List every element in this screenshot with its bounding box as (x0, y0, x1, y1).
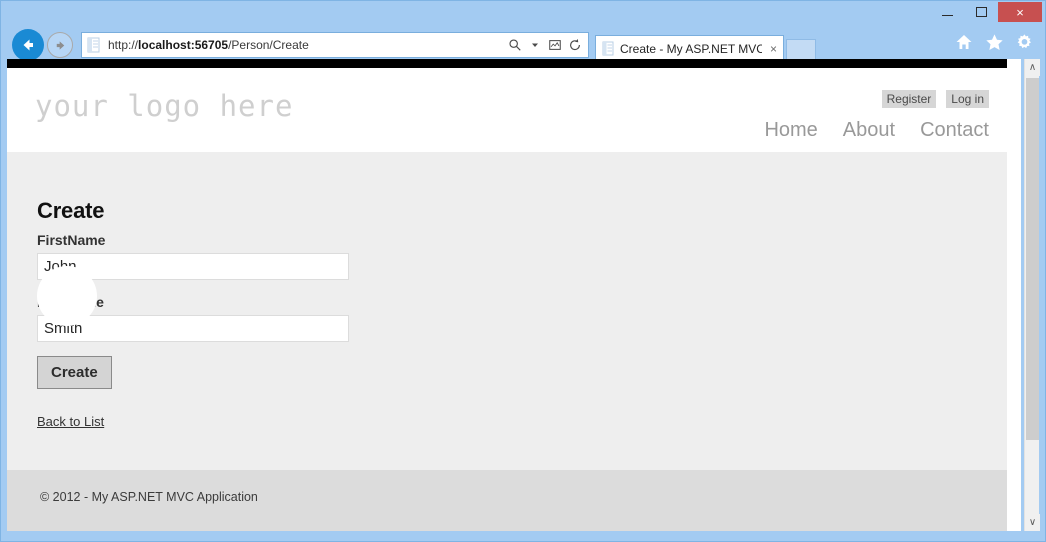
tab-close-icon[interactable]: × (770, 42, 777, 56)
compatibility-view-icon[interactable] (546, 36, 563, 54)
back-to-list-link[interactable]: Back to List (37, 414, 104, 429)
page-favicon-icon (85, 36, 103, 54)
forward-button[interactable] (47, 32, 73, 58)
window-controls: × (930, 2, 1042, 24)
browser-navigation-bar: http://localhost:56705/Person/Create Cre… (6, 28, 1038, 62)
search-icon[interactable] (506, 36, 523, 54)
nav-link-home[interactable]: Home (764, 119, 817, 142)
settings-gear-icon[interactable] (1014, 32, 1034, 52)
close-icon: × (1016, 4, 1024, 20)
footer-copyright: © 2012 - My ASP.NET MVC Application (40, 490, 258, 504)
nav-link-contact[interactable]: Contact (920, 119, 989, 142)
nav-link-about[interactable]: About (843, 119, 895, 142)
back-arrow-icon (23, 39, 33, 51)
main-navigation: Home About Contact (764, 119, 989, 142)
site-header: your logo here Register Log in Home Abou… (7, 68, 1007, 152)
maximize-icon (975, 7, 987, 17)
page-top-black-bar (7, 59, 1007, 68)
page-title: Create (37, 198, 105, 223)
close-button[interactable]: × (998, 2, 1042, 22)
chevron-down-icon[interactable] (526, 36, 543, 54)
favorites-star-icon[interactable] (984, 32, 1004, 52)
minimize-button[interactable] (930, 2, 964, 22)
site-footer: © 2012 - My ASP.NET MVC Application (7, 470, 1007, 531)
home-icon[interactable] (954, 32, 974, 52)
login-link[interactable]: Log in (946, 90, 989, 108)
register-link[interactable]: Register (881, 90, 937, 108)
firstname-label: FirstName (37, 232, 106, 248)
vertical-scrollbar[interactable]: ∧ ∨ (1024, 59, 1040, 531)
address-bar[interactable]: http://localhost:56705/Person/Create (81, 32, 589, 58)
forward-arrow-icon (56, 40, 64, 50)
create-submit-button[interactable]: Create (37, 356, 112, 389)
back-button[interactable] (12, 29, 44, 61)
url-text: http://localhost:56705/Person/Create (108, 38, 309, 52)
page-viewport: your logo here Register Log in Home Abou… (7, 59, 1021, 531)
browser-window: × http://localhost:56705/Person/Create C… (0, 0, 1046, 542)
tab-favicon-icon (601, 41, 615, 57)
tab-create[interactable]: Create - My ASP.NET MVC ... × (595, 35, 785, 62)
tab-title: Create - My ASP.NET MVC ... (620, 42, 762, 56)
scroll-up-arrow-icon[interactable]: ∧ (1025, 59, 1040, 76)
minimize-icon (941, 14, 953, 16)
header-decorative-circle (37, 266, 97, 326)
refresh-icon[interactable] (566, 36, 583, 54)
scroll-down-arrow-icon[interactable]: ∨ (1025, 514, 1040, 531)
page-content: Create FirstName LastName Create Back to… (7, 152, 1007, 470)
site-logo[interactable]: your logo here (35, 89, 293, 123)
address-bar-icons (506, 36, 588, 54)
tab-strip: Create - My ASP.NET MVC ... × (595, 28, 817, 62)
auth-links: Register Log in (881, 90, 989, 108)
browser-command-bar (954, 32, 1034, 52)
lastname-label: LastName (37, 294, 1007, 310)
maximize-button[interactable] (964, 2, 998, 22)
scrollbar-thumb[interactable] (1026, 78, 1039, 440)
